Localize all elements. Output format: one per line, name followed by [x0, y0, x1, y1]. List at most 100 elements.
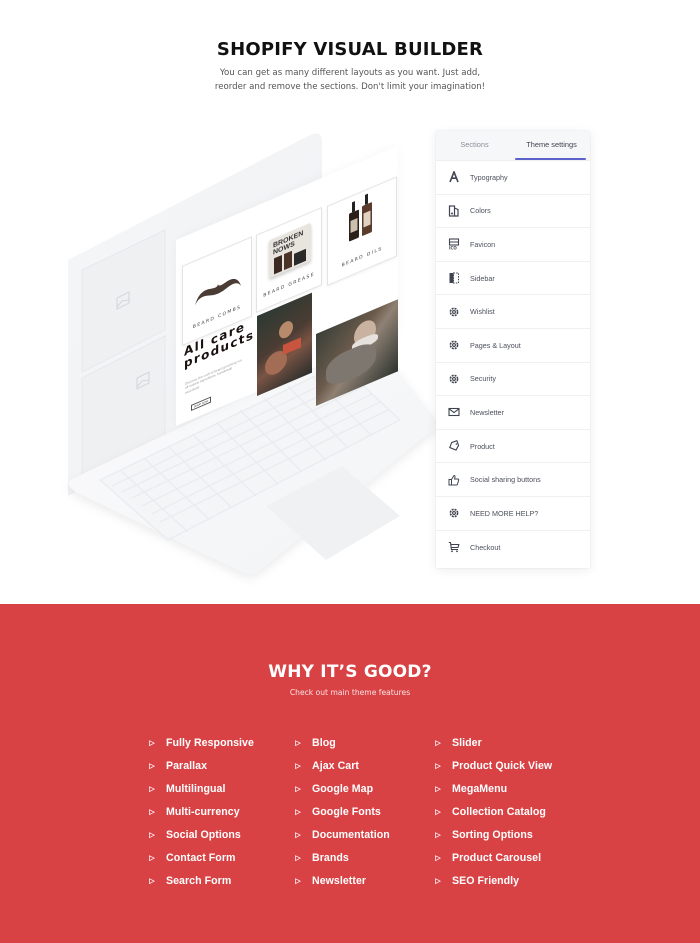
triangle-bullet-icon: ▷ — [149, 878, 155, 886]
menu-item-label: Favicon — [470, 239, 496, 249]
features-column-1: ▷ Fully Responsive ▷ Parallax ▷ Multilingua… — [146, 731, 254, 893]
section-title: SHOPIFY VISUAL BUILDER — [216, 39, 484, 60]
menu-item-label: Product — [470, 441, 495, 451]
menu-item-social-sharing[interactable]: Social sharing buttons — [436, 463, 590, 497]
menu-item-wishlist[interactable]: Wishlist — [436, 295, 590, 329]
menu-item-label: Social sharing buttons — [470, 475, 541, 485]
feature-item: ▷ Google Fonts — [292, 800, 390, 823]
gear-icon — [448, 339, 460, 351]
triangle-bullet-icon: ▷ — [149, 785, 155, 793]
feature-item: ▷ Multi-currency — [146, 800, 254, 823]
feature-label: Contact Form — [166, 852, 236, 865]
feature-item: ▷ Slider — [432, 731, 552, 754]
feature-label: Social Options — [166, 828, 241, 841]
menu-item-favicon[interactable]: ICO Favicon — [436, 228, 590, 262]
feature-label: Parallax — [166, 759, 208, 772]
feature-label: SEO Friendly — [452, 875, 520, 888]
menu-item-pages-layout[interactable]: Pages & Layout — [436, 329, 590, 363]
feature-label: Google Fonts — [312, 805, 381, 818]
feature-item: ▷ MegaMenu — [432, 777, 552, 800]
feature-label: Newsletter — [312, 875, 367, 888]
menu-item-security[interactable]: Security — [436, 363, 590, 397]
feature-item: ▷ Fully Responsive — [146, 731, 254, 754]
feature-label: MegaMenu — [452, 782, 508, 795]
triangle-bullet-icon: ▷ — [435, 739, 441, 747]
triangle-bullet-icon: ▷ — [435, 762, 441, 770]
menu-item-label: Sidebar — [470, 273, 495, 283]
visual-builder-section: SHOPIFY VISUAL BUILDER You can get as ma… — [0, 0, 700, 604]
triangle-bullet-icon: ▷ — [435, 855, 441, 863]
feature-label: Google Map — [312, 782, 374, 795]
feature-item: ▷ Ajax Cart — [292, 754, 390, 777]
panel-tabs: Sections Theme settings — [436, 131, 590, 161]
settings-menu: Typography Colors ICO Favicon Sidebar Wi… — [436, 161, 590, 564]
menu-item-need-more-help[interactable]: NEED MORE HELP? — [436, 497, 590, 531]
feature-item: ▷ Social Options — [146, 823, 254, 846]
triangle-bullet-icon: ▷ — [149, 855, 155, 863]
tab-sections[interactable]: Sections — [436, 131, 513, 160]
triangle-bullet-icon: ▷ — [295, 739, 301, 747]
feature-item: ▷ Product Quick View — [432, 754, 552, 777]
triangle-bullet-icon: ▷ — [149, 808, 155, 816]
section-subtitle: You can get as many different layouts as… — [0, 66, 700, 94]
laptop-illustration — [68, 133, 437, 574]
feature-item: ▷ Blog — [292, 731, 390, 754]
menu-item-sidebar[interactable]: Sidebar — [436, 262, 590, 296]
menu-item-label: Colors — [470, 206, 491, 216]
triangle-bullet-icon: ▷ — [435, 785, 441, 793]
subtitle-line-2: reorder and remove the sections. Don't l… — [214, 82, 486, 92]
feature-label: Ajax Cart — [312, 759, 359, 772]
features-subtitle: Check out main theme features — [289, 688, 411, 697]
feature-label: Multi-currency — [166, 805, 240, 818]
tab-theme-settings[interactable]: Theme settings — [513, 131, 590, 160]
triangle-bullet-icon: ▷ — [295, 785, 301, 793]
feature-label: Slider — [452, 736, 482, 749]
feature-item: ▷ Newsletter — [292, 870, 390, 893]
triangle-bullet-icon: ▷ — [295, 855, 301, 863]
gear-icon — [448, 507, 460, 519]
feature-item: ▷ Collection Catalog — [432, 800, 552, 823]
feature-item: ▷ Parallax — [146, 754, 254, 777]
cart-icon — [448, 541, 460, 553]
feature-label: Blog — [312, 736, 336, 749]
features-section: WHY IT’S GOOD? Check out main theme feat… — [0, 604, 700, 943]
feature-label: Product Quick View — [452, 759, 553, 772]
features-column-3: ▷ Slider ▷ Product Quick View ▷ MegaMenu ▷ C… — [432, 731, 552, 893]
feature-label: Documentation — [312, 828, 390, 841]
gear-icon — [448, 306, 460, 318]
menu-item-label: Security — [470, 374, 496, 384]
menu-item-typography[interactable]: Typography — [436, 161, 590, 195]
favicon-icon: ICO — [448, 238, 460, 250]
feature-item: ▷ Multilingual — [146, 777, 254, 800]
feature-item: ▷ Sorting Options — [432, 823, 552, 846]
feature-item: ▷ Documentation — [292, 823, 390, 846]
colors-icon — [448, 205, 460, 217]
menu-item-product[interactable]: Product — [436, 430, 590, 464]
feature-item: ▷ SEO Friendly — [432, 870, 552, 893]
menu-item-label: NEED MORE HELP? — [470, 508, 539, 518]
feature-label: Search Form — [166, 875, 232, 888]
triangle-bullet-icon: ▷ — [149, 831, 155, 839]
sidebar-icon — [448, 272, 460, 284]
feature-item: ▷ Contact Form — [146, 846, 254, 869]
menu-item-label: Pages & Layout — [470, 340, 521, 350]
feature-item: ▷ Brands — [292, 846, 390, 869]
feature-label: Multilingual — [166, 782, 226, 795]
feature-label: Sorting Options — [452, 828, 533, 841]
laptop-mockup: BEARD COMBS BROKEN NOWS BEARD GREASE BEA… — [60, 120, 440, 590]
features-column-2: ▷ Blog ▷ Ajax Cart ▷ Google Map ▷ Google Fon… — [292, 731, 390, 893]
menu-item-newsletter[interactable]: Newsletter — [436, 396, 590, 430]
feature-label: Fully Responsive — [166, 736, 254, 749]
triangle-bullet-icon: ▷ — [295, 831, 301, 839]
feature-label: Brands — [312, 852, 349, 865]
menu-item-label: Newsletter — [470, 407, 504, 417]
triangle-bullet-icon: ▷ — [435, 831, 441, 839]
theme-settings-panel: Sections Theme settings Typography Color… — [436, 131, 590, 568]
menu-item-colors[interactable]: Colors — [436, 195, 590, 229]
features-title: WHY IT’S GOOD? — [268, 662, 432, 682]
menu-item-checkout[interactable]: Checkout — [436, 531, 590, 565]
menu-item-label: Typography — [470, 172, 508, 182]
feature-label: Product Carousel — [452, 852, 542, 865]
feature-item: ▷ Product Carousel — [432, 846, 552, 869]
svg-text:ICO: ICO — [449, 246, 457, 251]
